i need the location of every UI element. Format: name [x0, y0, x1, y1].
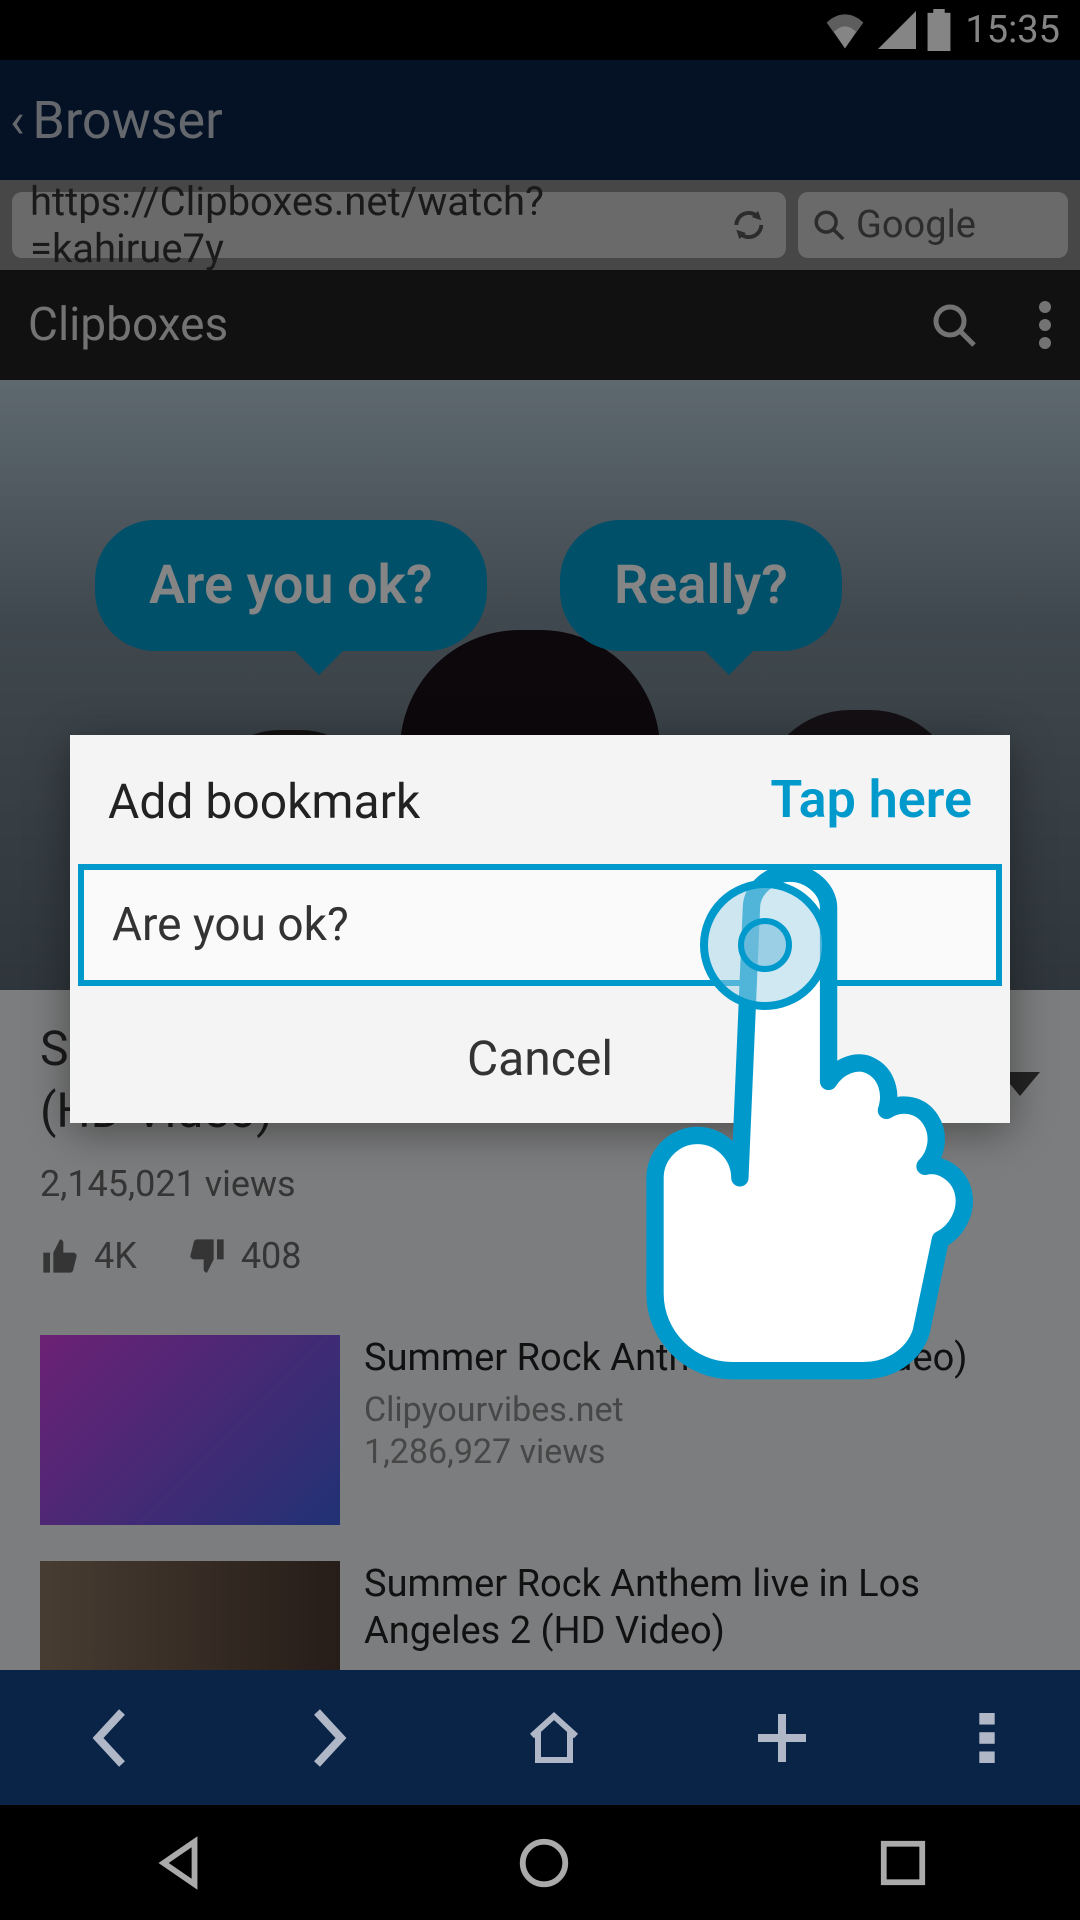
nav-back-icon[interactable]: [85, 1708, 135, 1768]
system-recent-icon[interactable]: [878, 1838, 928, 1888]
tap-here-hint: Tap here: [770, 769, 972, 830]
system-home-icon[interactable]: [515, 1834, 573, 1892]
cancel-button[interactable]: Cancel: [70, 994, 1010, 1123]
nav-forward-icon[interactable]: [304, 1708, 354, 1768]
home-icon[interactable]: [524, 1708, 584, 1768]
system-nav: [0, 1805, 1080, 1920]
bookmark-modal: Add bookmark Tap here Are you ok? Cancel: [70, 735, 1010, 1123]
bookmark-name-input[interactable]: Are you ok?: [78, 864, 1002, 986]
add-tab-icon[interactable]: [754, 1710, 810, 1766]
browser-toolbar: [0, 1670, 1080, 1805]
toolbar-more-icon[interactable]: [979, 1713, 995, 1763]
system-back-icon[interactable]: [152, 1834, 210, 1892]
